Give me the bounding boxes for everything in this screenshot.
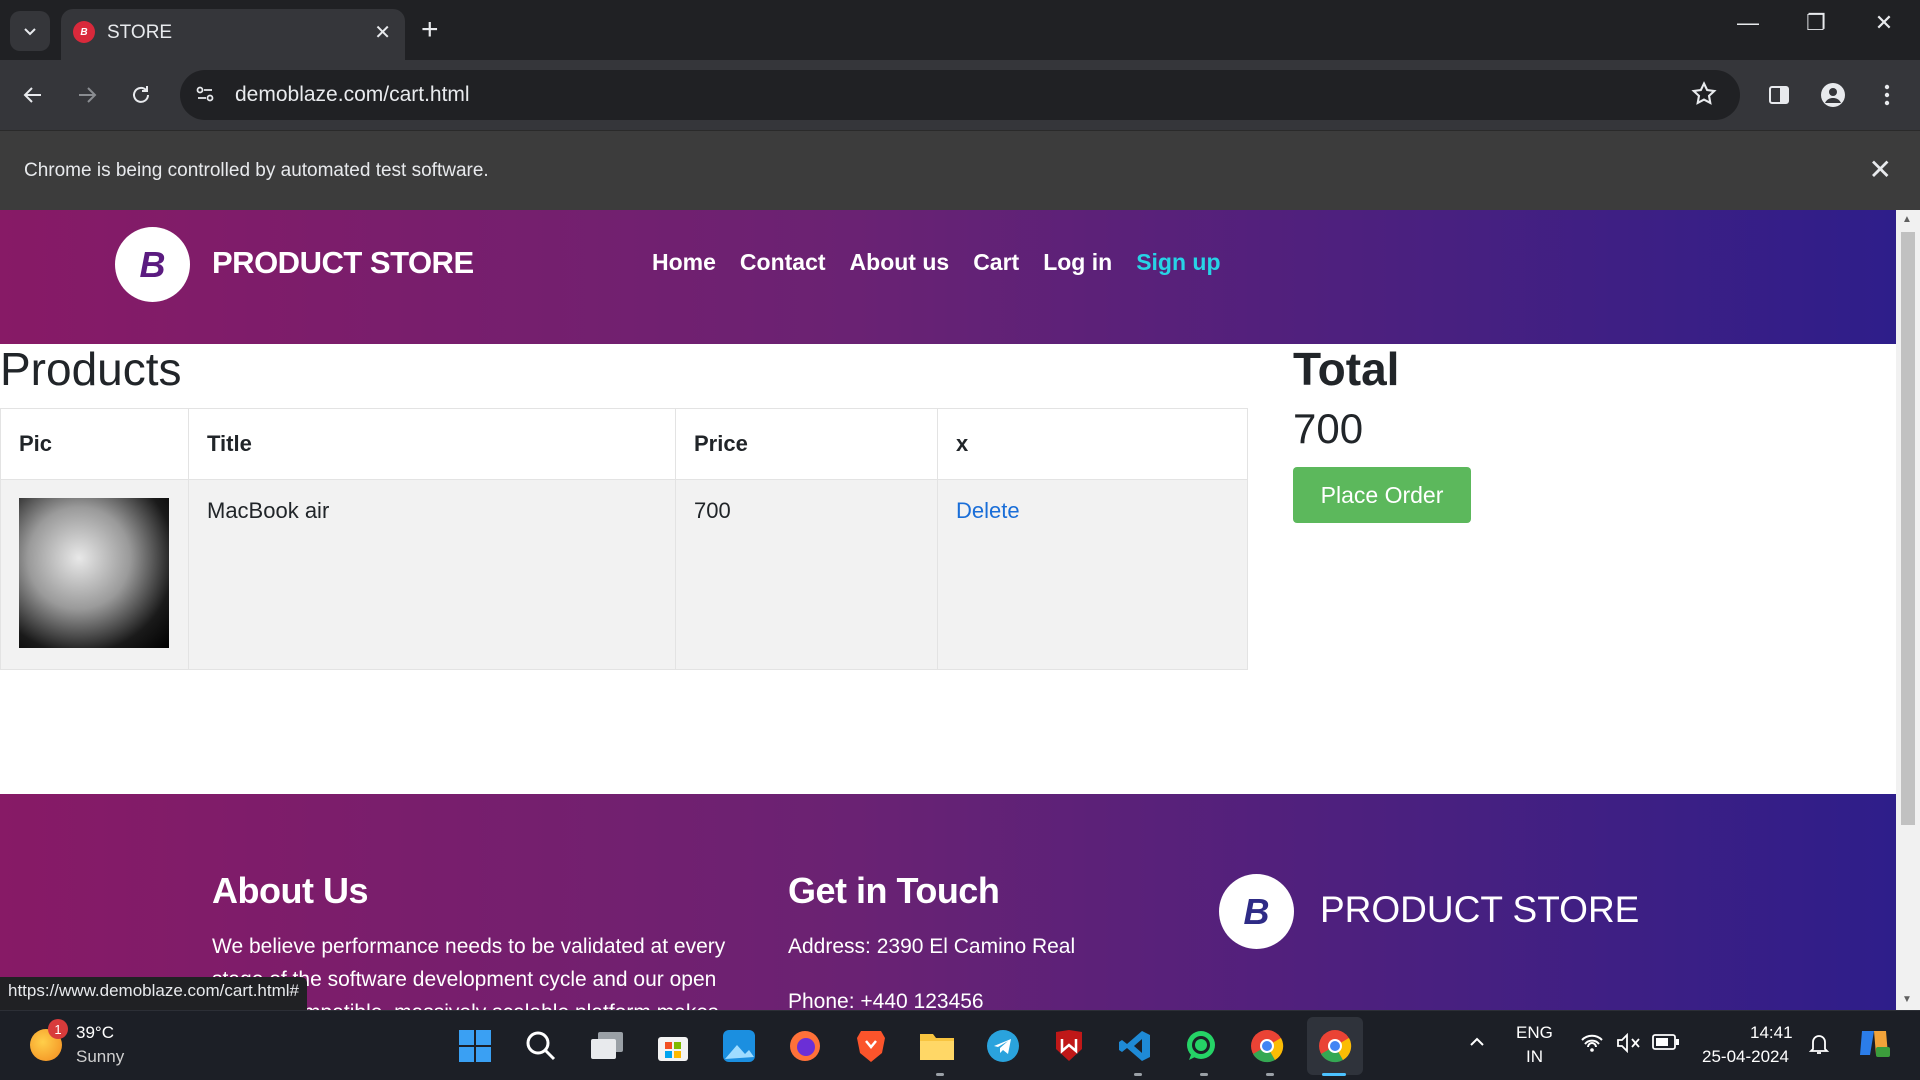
language-secondary[interactable]: IN <box>1526 1047 1543 1067</box>
language-primary[interactable]: ENG <box>1516 1023 1553 1043</box>
microsoft-store-icon[interactable] <box>654 1027 692 1065</box>
restore-icon[interactable]: ❐ <box>1796 10 1836 36</box>
status-bar-url: https://www.demoblaze.com/cart.html# <box>0 977 308 1010</box>
browser-tab-bar: B STORE ✕ + — ❐ ✕ <box>0 0 1920 60</box>
running-indicator <box>936 1073 944 1076</box>
scroll-up-icon[interactable]: ▲ <box>1902 214 1912 225</box>
notification-icon[interactable] <box>1808 1033 1830 1061</box>
total-value: 700 <box>1293 405 1364 452</box>
scroll-down-icon[interactable]: ▼ <box>1902 994 1912 1005</box>
chevron-up-icon[interactable] <box>1468 1033 1486 1057</box>
address-bar[interactable]: demoblaze.com/cart.html <box>180 70 1740 120</box>
wifi-icon[interactable] <box>1580 1033 1604 1059</box>
volume-muted-icon[interactable] <box>1616 1032 1642 1059</box>
nav-contact[interactable]: Contact <box>740 249 826 276</box>
telegram-icon[interactable] <box>984 1027 1022 1065</box>
forward-icon[interactable] <box>70 78 104 112</box>
menu-kebab-icon[interactable] <box>1870 78 1904 112</box>
site-info-icon[interactable] <box>194 83 216 110</box>
delete-cell: Delete <box>937 479 1248 670</box>
bookmark-star-icon[interactable] <box>1690 80 1718 113</box>
nav-sign-up[interactable]: Sign up <box>1136 249 1220 276</box>
product-price: 700 <box>675 479 938 670</box>
column-header-pic: Pic <box>0 408 189 480</box>
total-heading: Total <box>1293 343 1400 395</box>
tab-title: STORE <box>107 22 173 43</box>
windows-taskbar: 1 39°C Sunny ENG IN 14:41 25-04-2024 <box>0 1010 1920 1080</box>
mcafee-icon[interactable] <box>1050 1027 1088 1065</box>
footer-contact-heading: Get in Touch <box>788 870 1000 911</box>
nav-cart[interactable]: Cart <box>973 249 1019 276</box>
cart-table-header: Pic Title Price x <box>0 408 1248 480</box>
product-title: MacBook air <box>188 479 676 670</box>
windows-start-icon[interactable] <box>456 1027 494 1065</box>
new-tab-icon[interactable]: + <box>421 12 439 48</box>
clock-date[interactable]: 25-04-2024 <box>1702 1047 1789 1067</box>
column-header-price: Price <box>675 408 938 480</box>
footer-address: Address: 2390 El Camino Real <box>788 935 1076 958</box>
running-indicator <box>1134 1073 1142 1076</box>
footer-about-text-1: We believe performance needs to be valid… <box>212 935 726 958</box>
column-header-x: x <box>937 408 1248 480</box>
vscode-icon[interactable] <box>1116 1027 1154 1065</box>
whatsapp-icon[interactable] <box>1182 1027 1220 1065</box>
tab-close-icon[interactable]: ✕ <box>374 20 391 45</box>
product-pic-cell <box>0 479 189 670</box>
product-thumbnail <box>19 498 169 648</box>
battery-icon[interactable] <box>1652 1033 1680 1057</box>
weather-temperature[interactable]: 39°C <box>76 1023 114 1043</box>
file-explorer-icon[interactable] <box>918 1027 956 1065</box>
footer-brand-logo-icon: B <box>1219 874 1294 949</box>
url-text[interactable]: demoblaze.com/cart.html <box>235 83 470 107</box>
profile-icon[interactable] <box>1816 78 1850 112</box>
delete-link[interactable]: Delete <box>956 498 1020 523</box>
site-navbar: B PRODUCT STORE Home Contact About us Ca… <box>0 210 1896 344</box>
minimize-icon[interactable]: — <box>1728 10 1768 36</box>
tab-search-button[interactable] <box>10 11 50 51</box>
chrome-icon[interactable] <box>1316 1027 1354 1065</box>
footer-about-heading: About Us <box>212 870 368 911</box>
task-view-icon[interactable] <box>588 1027 626 1065</box>
nav-links: Home Contact About us Cart Log in Sign u… <box>652 249 1221 276</box>
table-row: MacBook air 700 Delete <box>0 479 1248 670</box>
footer-phone: Phone: +440 123456 <box>788 990 984 1010</box>
store-favicon-icon: B <box>73 21 95 43</box>
automation-infobar: Chrome is being controlled by automated … <box>0 130 1920 210</box>
back-icon[interactable] <box>16 78 50 112</box>
place-order-button[interactable]: Place Order <box>1293 467 1471 523</box>
close-window-icon[interactable]: ✕ <box>1864 10 1904 36</box>
footer-contact: Get in Touch Address: 2390 El Camino Rea… <box>788 870 1075 1010</box>
browser-tab[interactable]: B STORE ✕ <box>61 9 405 60</box>
chrome-profile-icon[interactable] <box>1248 1027 1286 1065</box>
column-header-title: Title <box>188 408 676 480</box>
page-viewport: B PRODUCT STORE Home Contact About us Ca… <box>0 210 1920 1010</box>
nav-home[interactable]: Home <box>652 249 716 276</box>
browser-toolbar: demoblaze.com/cart.html <box>0 60 1920 130</box>
weather-condition[interactable]: Sunny <box>76 1047 124 1067</box>
nav-log-in[interactable]: Log in <box>1043 249 1112 276</box>
clock-time[interactable]: 14:41 <box>1750 1023 1793 1043</box>
weather-badge: 1 <box>48 1019 68 1039</box>
nav-about-us[interactable]: About us <box>850 249 950 276</box>
active-indicator <box>1322 1073 1346 1076</box>
page-scrollbar[interactable]: ▲ ▼ <box>1896 210 1920 1010</box>
search-icon[interactable] <box>522 1027 560 1065</box>
copilot-icon[interactable] <box>1856 1025 1892 1067</box>
brand-name[interactable]: PRODUCT STORE <box>212 245 474 281</box>
reload-icon[interactable] <box>124 78 158 112</box>
scrollbar-thumb[interactable] <box>1901 232 1915 825</box>
infobar-close-icon[interactable]: ✕ <box>1869 153 1892 186</box>
chevron-down-icon <box>24 28 36 36</box>
brave-icon[interactable] <box>852 1027 890 1065</box>
infobar-text: Chrome is being controlled by automated … <box>24 160 489 181</box>
firefox-icon[interactable] <box>786 1027 824 1065</box>
brand-logo-icon[interactable]: B <box>115 227 190 302</box>
products-heading: Products <box>0 343 182 395</box>
running-indicator <box>1266 1073 1274 1076</box>
side-panel-icon[interactable] <box>1762 78 1796 112</box>
photos-icon[interactable] <box>720 1027 758 1065</box>
running-indicator <box>1200 1073 1208 1076</box>
cart-table: Pic Title Price x MacBook air 700 Delete <box>0 408 1248 670</box>
footer-brand-name: PRODUCT STORE <box>1320 889 1640 930</box>
